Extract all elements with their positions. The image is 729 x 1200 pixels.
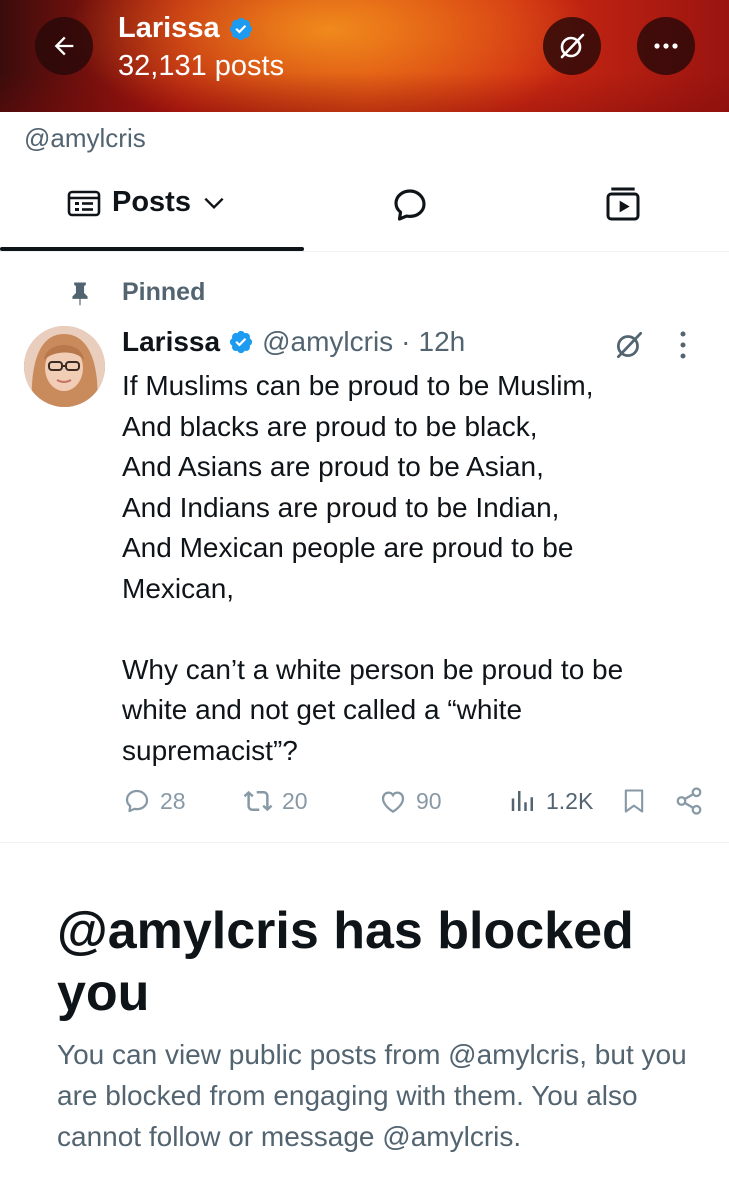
profile-tabs: Posts <box>0 170 729 252</box>
views-bar-chart-icon <box>511 791 533 811</box>
pinned-label: Pinned <box>122 278 206 306</box>
view-count: 1.2K <box>546 787 594 814</box>
reply-count: 28 <box>160 787 186 814</box>
profile-banner: Larissa 32,131 posts <box>0 0 729 112</box>
like-button[interactable]: 90 <box>378 786 442 816</box>
vertical-ellipsis-icon <box>680 331 686 359</box>
tweet-line: supremacist”? <box>122 734 298 766</box>
like-count: 90 <box>416 787 442 814</box>
tweet-grok-button[interactable] <box>612 328 646 367</box>
pin-icon <box>72 282 88 306</box>
tweet-author-handle[interactable]: @amylcris <box>262 326 393 358</box>
tweet-line: And Mexican people are proud to be <box>122 532 574 563</box>
more-options-button[interactable] <box>637 17 695 75</box>
tab-replies[interactable] <box>389 184 431 231</box>
bookmark-icon <box>624 789 644 813</box>
tweet-line: And Indians are proud to be Indian, <box>122 491 560 523</box>
arrow-left-icon <box>54 36 74 56</box>
share-button[interactable] <box>674 786 704 816</box>
section-divider <box>0 842 729 843</box>
tweet-line: And blacks are proud to be black, <box>122 410 538 442</box>
active-tab-indicator <box>0 247 304 251</box>
grok-button[interactable] <box>543 17 601 75</box>
tweet-line: white and not get called a “white <box>122 694 523 725</box>
share-icon <box>676 787 702 815</box>
grok-icon <box>616 331 643 359</box>
replies-bubble-icon <box>394 189 426 221</box>
verified-badge-icon <box>228 329 254 355</box>
header-title: Larissa <box>118 12 254 45</box>
tweet-line: Mexican, <box>122 572 235 604</box>
blocked-description: You can view public posts from @amylcris… <box>57 1039 687 1152</box>
tweet-author-name[interactable]: Larissa <box>122 326 220 358</box>
tab-posts[interactable]: Posts <box>66 186 227 219</box>
tweet-line: And Asians are proud to be Asian, <box>122 451 544 482</box>
tab-media[interactable] <box>603 184 643 229</box>
tweet-header: Larissa @amylcris · 12h <box>122 326 465 358</box>
heart-icon <box>381 791 405 813</box>
posts-list-icon <box>67 190 101 216</box>
dot-separator: · <box>401 326 411 357</box>
avatar[interactable] <box>24 326 105 407</box>
avatar-image <box>24 326 105 407</box>
views-button[interactable]: 1.2K <box>508 786 593 816</box>
tweet-timestamp[interactable]: 12h <box>419 326 466 358</box>
back-button[interactable] <box>35 17 93 75</box>
reply-icon <box>125 789 149 813</box>
reply-button[interactable]: 28 <box>122 786 186 816</box>
tweet-line: Why can’t a white person be proud to be <box>122 653 624 685</box>
profile-handle: @amylcris <box>24 123 146 153</box>
header-name-text: Larissa <box>118 12 220 44</box>
chevron-down-icon <box>204 197 224 209</box>
pinned-indicator: Pinned <box>66 278 205 307</box>
blocked-title: @amylcris has blocked you <box>57 902 634 1022</box>
tab-posts-label: Posts <box>112 186 191 218</box>
repost-count: 20 <box>282 787 308 814</box>
tweet-line: If Muslims can be proud to be Muslim, <box>122 370 594 401</box>
repost-icon <box>243 790 273 812</box>
post-count: 32,131 posts <box>118 50 285 82</box>
tweet-text: If Muslims can be proud to be Muslim, An… <box>122 366 712 771</box>
verified-badge-icon <box>228 16 254 42</box>
media-play-icon <box>606 187 640 221</box>
repost-button[interactable]: 20 <box>242 786 308 816</box>
tweet-more-button[interactable] <box>678 330 688 365</box>
tweet-actions: 28 20 90 1.2K <box>122 786 712 826</box>
ellipsis-icon <box>654 43 678 49</box>
grok-icon <box>560 33 585 59</box>
bookmark-button[interactable] <box>620 786 648 816</box>
